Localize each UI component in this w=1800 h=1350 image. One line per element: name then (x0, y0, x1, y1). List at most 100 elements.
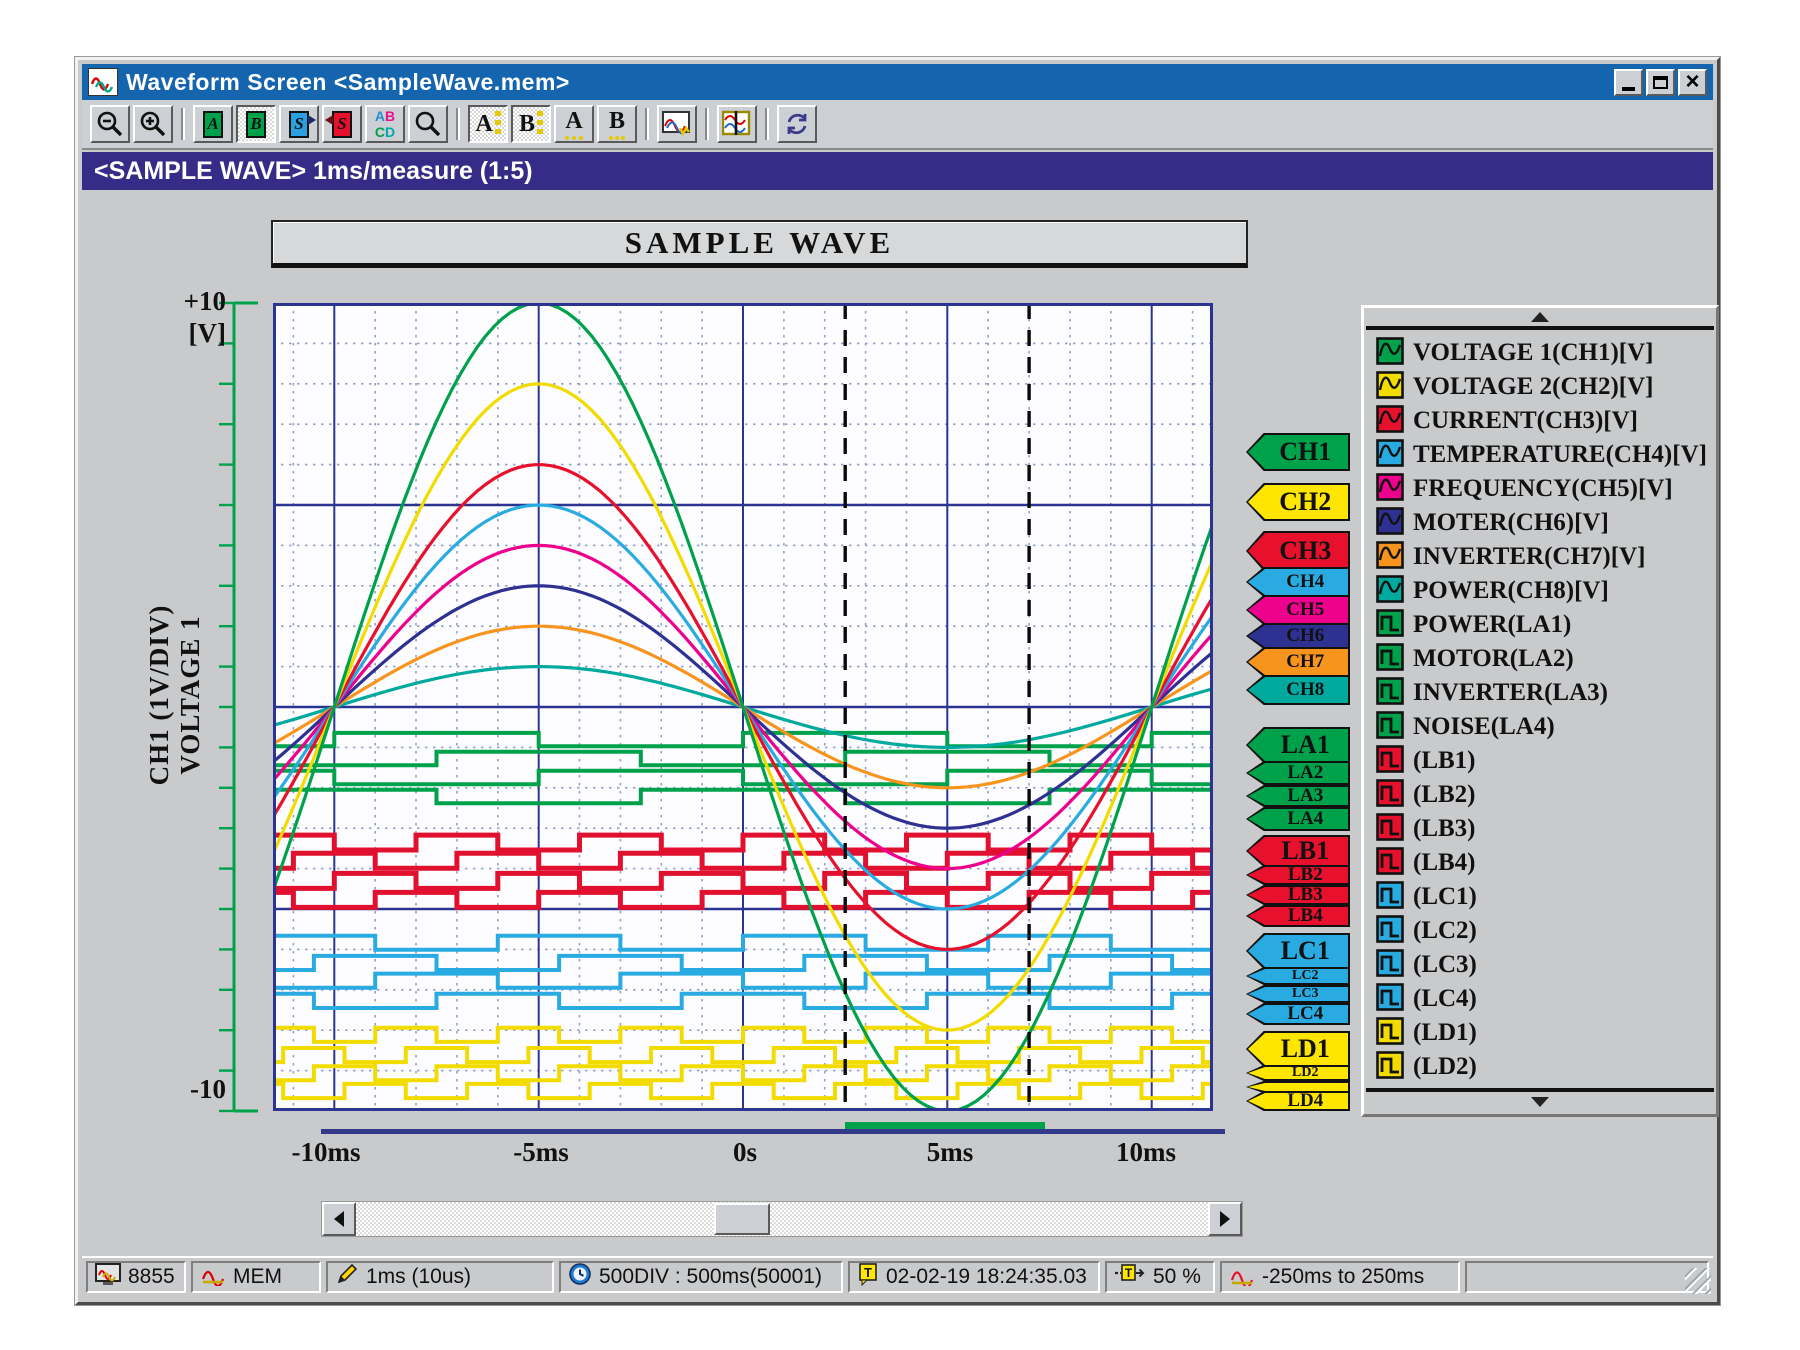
zoom-out-button[interactable] (90, 105, 130, 143)
legend-scroll-up[interactable] (1366, 308, 1714, 330)
square-wave-icon (1376, 711, 1404, 744)
legend-label: INVERTER(LA3) (1413, 679, 1608, 707)
channel-tag-lc2[interactable]: LC2 (1246, 967, 1350, 985)
legend-scroll-down[interactable] (1366, 1088, 1714, 1112)
legend-item-temperature-ch4-v[interactable]: TEMPERATURE(CH4)[V] (1368, 438, 1712, 472)
overlay-waves-button[interactable] (657, 105, 697, 143)
channel-tag-lc1[interactable]: LC1 (1246, 933, 1350, 969)
y-axis-unit-label: [V] (142, 318, 226, 349)
channel-tag-la2[interactable]: LA2 (1246, 761, 1350, 785)
tag-label: LA3 (1246, 785, 1350, 807)
channel-tag-ld1[interactable]: LD1 (1246, 1031, 1350, 1067)
legend-label: (LC3) (1413, 951, 1477, 979)
channel-tag-ch4[interactable]: CH4 (1246, 567, 1350, 597)
channel-legend: VOLTAGE 1(CH1)[V] VOLTAGE 2(CH2)[V] CURREN… (1361, 305, 1719, 1117)
channel-tag-lc3[interactable]: LC3 (1246, 985, 1350, 1003)
goto-cursor-a-button[interactable]: A (193, 105, 233, 143)
channel-tag-lb4[interactable]: LB4 (1246, 905, 1350, 927)
goto-start-button[interactable]: S (279, 105, 319, 143)
cursor-a-flag-icon: A (203, 111, 223, 138)
channel-tag-ch8[interactable]: CH8 (1246, 675, 1350, 705)
legend-item-frequency-ch5-v[interactable]: FREQUENCY(CH5)[V] (1368, 472, 1712, 506)
channel-tag-ch6[interactable]: CH6 (1246, 623, 1350, 649)
legend-item-lc3[interactable]: (LC3) (1368, 948, 1712, 982)
legend-item-lb2[interactable]: (LB2) (1368, 778, 1712, 812)
channel-tag-lc4[interactable]: LC4 (1246, 1003, 1350, 1025)
channel-tag-ch2[interactable]: CH2 (1246, 483, 1350, 521)
legend-item-lb4[interactable]: (LB4) (1368, 846, 1712, 880)
zoom-in-button[interactable] (133, 105, 173, 143)
legend-item-lc2[interactable]: (LC2) (1368, 914, 1712, 948)
waveform-plot (273, 303, 1213, 1111)
status-text: 02-02-19 18:24:35.03 (886, 1265, 1087, 1289)
split-waves-button[interactable] (717, 105, 757, 143)
status-cell-time-flag: T02-02-19 18:24:35.03 (848, 1261, 1100, 1293)
legend-label: NOISE(LA4) (1413, 713, 1555, 741)
scroll-right-button[interactable] (1208, 1202, 1242, 1236)
scroll-left-button[interactable] (322, 1202, 356, 1236)
legend-item-motor-la2[interactable]: MOTOR(LA2) (1368, 642, 1712, 676)
legend-item-moter-ch6-v[interactable]: MOTER(CH6)[V] (1368, 506, 1712, 540)
legend-label: VOLTAGE 2(CH2)[V] (1413, 373, 1653, 401)
tag-label: LC3 (1246, 985, 1350, 1003)
scrollbar-thumb[interactable] (714, 1203, 770, 1235)
cursor-a-toggle-button[interactable]: A (468, 105, 508, 143)
legend-item-lc4[interactable]: (LC4) (1368, 982, 1712, 1016)
legend-item-ld2[interactable]: (LD2) (1368, 1050, 1712, 1084)
tag-label: LD2 (1246, 1065, 1350, 1081)
search-button[interactable] (408, 105, 448, 143)
legend-item-voltage-2-ch2-v[interactable]: VOLTAGE 2(CH2)[V] (1368, 370, 1712, 404)
goto-cursor-b-button[interactable]: B (236, 105, 276, 143)
end-flag-icon: S (332, 111, 352, 138)
square-wave-icon (1376, 609, 1404, 642)
mark-b-button[interactable]: B (597, 105, 637, 143)
sine-wave-icon (1376, 541, 1404, 574)
channel-tag-ld2[interactable]: LD2 (1246, 1065, 1350, 1081)
mark-a-button[interactable]: A (554, 105, 594, 143)
svg-text:T: T (1125, 1266, 1133, 1280)
channel-tag-ch7[interactable]: CH7 (1246, 647, 1350, 677)
channel-group-abcd-button[interactable]: AB CD (365, 105, 405, 143)
square-wave-icon (1376, 847, 1404, 880)
legend-label: (LC2) (1413, 917, 1477, 945)
y-axis-top-label: +10 (142, 286, 226, 317)
resize-grip[interactable] (1685, 1268, 1711, 1294)
legend-item-current-ch3-v[interactable]: CURRENT(CH3)[V] (1368, 404, 1712, 438)
legend-item-power-ch8-v[interactable]: POWER(CH8)[V] (1368, 574, 1712, 608)
status-cell-trigger-pos: T50 % (1105, 1261, 1215, 1293)
channel-tag-lb3[interactable]: LB3 (1246, 885, 1350, 905)
channel-tag-la4[interactable]: LA4 (1246, 807, 1350, 831)
legend-item-lb1[interactable]: (LB1) (1368, 744, 1712, 778)
legend-item-ld1[interactable]: (LD1) (1368, 1016, 1712, 1050)
channel-tag-la1[interactable]: LA1 (1246, 727, 1350, 763)
channel-tag-la3[interactable]: LA3 (1246, 785, 1350, 807)
status-text: -250ms to 250ms (1262, 1265, 1424, 1289)
ab-span-highlight (845, 1122, 1045, 1129)
close-button[interactable]: × (1678, 69, 1707, 96)
legend-item-power-la1[interactable]: POWER(LA1) (1368, 608, 1712, 642)
horizontal-scrollbar[interactable] (321, 1201, 1243, 1237)
channel-tag-lb2[interactable]: LB2 (1246, 865, 1350, 885)
legend-item-lc1[interactable]: (LC1) (1368, 880, 1712, 914)
maximize-button[interactable] (1646, 69, 1675, 96)
legend-item-voltage-1-ch1-v[interactable]: VOLTAGE 1(CH1)[V] (1368, 336, 1712, 370)
legend-item-noise-la4[interactable]: NOISE(LA4) (1368, 710, 1712, 744)
goto-end-button[interactable]: S (322, 105, 362, 143)
legend-label: POWER(LA1) (1413, 611, 1571, 639)
cursor-b-toggle-button[interactable]: B (511, 105, 551, 143)
legend-label: (LB4) (1413, 849, 1476, 877)
minimize-button[interactable] (1614, 69, 1643, 96)
legend-item-lb3[interactable]: (LB3) (1368, 812, 1712, 846)
status-cell-range: -250ms to 250ms (1220, 1261, 1460, 1293)
legend-item-inverter-ch7-v[interactable]: INVERTER(CH7)[V] (1368, 540, 1712, 574)
channel-tag-ld4[interactable]: LD4 (1246, 1091, 1350, 1111)
toolbar-separator (705, 108, 709, 140)
channel-tag-ch3[interactable]: CH3 (1246, 531, 1350, 571)
channel-tag-lb1[interactable]: LB1 (1246, 835, 1350, 867)
refresh-button[interactable] (777, 105, 817, 143)
channel-tag-ch5[interactable]: CH5 (1246, 595, 1350, 625)
channel-tag-ch1[interactable]: CH1 (1246, 433, 1350, 471)
maximize-icon (1653, 76, 1668, 89)
y-axis-bottom-label: -10 (142, 1074, 226, 1105)
legend-item-inverter-la3[interactable]: INVERTER(LA3) (1368, 676, 1712, 710)
